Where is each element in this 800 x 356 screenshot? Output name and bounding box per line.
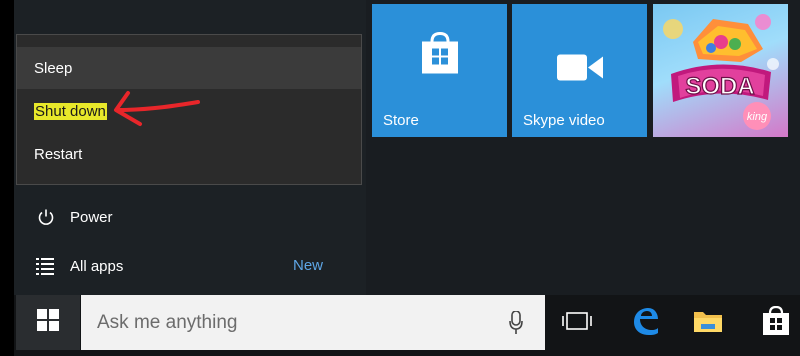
annotation-arrow	[114, 91, 200, 126]
sleep-option[interactable]: Sleep	[17, 47, 361, 89]
sleep-label: Sleep	[34, 59, 73, 77]
king-logo-text: king	[747, 111, 768, 123]
file-explorer-button[interactable]	[688, 302, 728, 344]
file-explorer-icon	[693, 308, 723, 339]
power-button[interactable]: Power	[36, 201, 113, 233]
candy-crush-soda-tile[interactable]: SODA king	[653, 4, 788, 137]
restart-option[interactable]: Restart	[17, 133, 361, 175]
candy-crush-soda-text: SODA	[685, 73, 754, 100]
store-taskbar-button[interactable]	[756, 302, 796, 344]
power-label: Power	[70, 208, 113, 226]
windows-start-icon	[37, 309, 59, 336]
search-placeholder: Ask me anything	[97, 311, 238, 333]
left-frame	[0, 0, 14, 356]
microphone-icon[interactable]	[509, 310, 523, 340]
store-tile[interactable]: Store	[372, 4, 507, 137]
all-apps-icon	[36, 256, 56, 276]
video-camera-icon	[556, 54, 603, 86]
edge-browser-button[interactable]	[625, 302, 665, 344]
task-view-icon	[562, 311, 592, 336]
search-input[interactable]: Ask me anything	[81, 295, 545, 350]
candy-crush-soda-logo: SODA king	[663, 14, 779, 130]
skype-video-tile-label: Skype video	[523, 112, 605, 129]
task-view-button[interactable]	[557, 302, 597, 344]
all-apps-label: All apps	[70, 257, 124, 275]
power-icon	[36, 207, 56, 227]
skype-video-tile[interactable]: Skype video	[512, 4, 647, 137]
store-icon	[420, 31, 460, 81]
restart-label: Restart	[34, 145, 83, 163]
edge-icon	[630, 306, 660, 341]
all-apps-button[interactable]: All apps	[36, 250, 123, 282]
store-icon	[762, 305, 790, 341]
store-tile-label: Store	[383, 112, 419, 129]
start-button[interactable]	[16, 295, 80, 350]
shut-down-label: Shut down	[34, 102, 107, 120]
new-badge: New	[293, 257, 324, 274]
